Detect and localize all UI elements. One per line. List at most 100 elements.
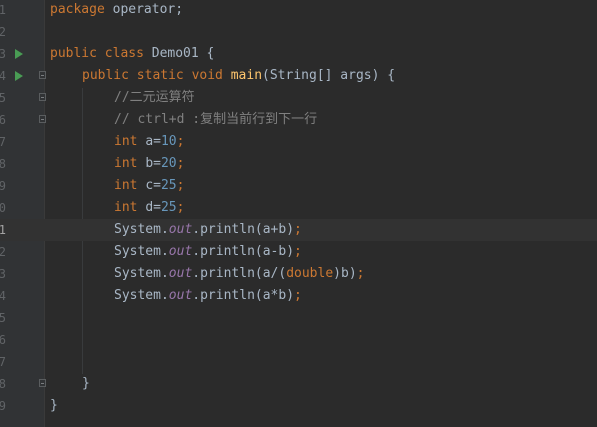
- code-token: .println(a*b): [192, 288, 295, 303]
- line-number: 14: [0, 289, 6, 303]
- code-token: 25: [160, 200, 177, 215]
- code-line[interactable]: 15: [0, 307, 597, 329]
- code-token: b=: [145, 156, 161, 171]
- run-gutter-icon[interactable]: [15, 71, 23, 81]
- code-text: public class Demo01 {: [50, 43, 214, 65]
- fold-marker-icon[interactable]: [39, 115, 46, 123]
- line-number: 15: [0, 311, 6, 325]
- line-number: 13: [0, 267, 6, 281]
- code-token: 25: [160, 178, 177, 193]
- code-line[interactable]: 10 int d=25;: [0, 197, 597, 219]
- code-line[interactable]: 13 System.out.println(a/(double)b);: [0, 263, 597, 285]
- code-text: System.out.println(a+b);: [114, 219, 302, 241]
- code-token: int: [114, 200, 146, 215]
- code-token: System.: [114, 244, 169, 259]
- code-line[interactable]: 3 public class Demo01 {: [0, 43, 597, 65]
- code-text: public static void main(String[] args) {: [82, 65, 395, 87]
- code-token: .println(a+b): [192, 222, 295, 237]
- code-token: // ctrl+d :复制当前行到下一行: [114, 112, 318, 127]
- code-token: System.: [114, 266, 169, 281]
- code-text: int d=25;: [114, 197, 184, 219]
- code-line[interactable]: 6 // ctrl+d :复制当前行到下一行: [0, 109, 597, 131]
- code-token: int: [114, 134, 146, 149]
- code-token: operator;: [112, 2, 184, 17]
- code-line[interactable]: 4 public static void main(String[] args) …: [0, 65, 597, 87]
- code-token: 20: [160, 156, 177, 171]
- code-token: ;: [176, 134, 185, 149]
- code-token: .println(a/(: [192, 266, 287, 281]
- code-token: }: [82, 376, 90, 391]
- run-gutter-icon[interactable]: [15, 49, 23, 59]
- code-line[interactable]: 11 System.out.println(a+b);: [0, 219, 597, 241]
- line-number: 6: [0, 113, 6, 127]
- fold-marker-icon[interactable]: [39, 71, 46, 79]
- code-token: ;: [294, 288, 302, 303]
- code-line[interactable]: 5 //二元运算符: [0, 87, 597, 109]
- line-number: 5: [0, 91, 6, 105]
- line-number: 17: [0, 355, 6, 369]
- code-line[interactable]: 8 int b=20;: [0, 153, 597, 175]
- code-token: (String[] args) {: [262, 68, 396, 83]
- code-line[interactable]: 1 package operator;: [0, 0, 597, 21]
- code-line[interactable]: 7 int a=10;: [0, 131, 597, 153]
- code-token: ;: [294, 244, 302, 259]
- code-token: package: [50, 2, 113, 17]
- code-line[interactable]: 14 System.out.println(a*b);: [0, 285, 597, 307]
- code-line[interactable]: 19}: [0, 395, 597, 417]
- line-number: 19: [0, 399, 6, 413]
- line-number: 1: [0, 3, 6, 17]
- code-line[interactable]: 12 System.out.println(a-b);: [0, 241, 597, 263]
- code-text: System.out.println(a-b);: [114, 241, 302, 263]
- code-text: // ctrl+d :复制当前行到下一行: [114, 109, 317, 131]
- code-token: c=: [145, 178, 161, 193]
- code-token: Demo01 {: [151, 46, 215, 61]
- code-token: System.: [114, 222, 169, 237]
- code-text: System.out.println(a*b);: [114, 285, 302, 307]
- code-token: ;: [176, 200, 185, 215]
- code-text: //二元运算符: [114, 87, 195, 109]
- line-number: 12: [0, 245, 6, 259]
- code-token: .println(a-b): [192, 244, 295, 259]
- line-number: 10: [0, 201, 6, 215]
- code-text: int a=10;: [114, 131, 184, 153]
- line-number: 9: [0, 179, 6, 193]
- line-number: 16: [0, 333, 6, 347]
- code-line[interactable]: 18}: [0, 373, 597, 395]
- code-token: }: [50, 398, 58, 413]
- code-token: out: [168, 288, 193, 303]
- fold-marker-icon[interactable]: [39, 93, 46, 101]
- code-text: int b=20;: [114, 153, 184, 175]
- code-token: a=: [145, 134, 161, 149]
- code-text: }: [50, 395, 58, 417]
- code-token: ;: [356, 266, 365, 281]
- code-token: System.: [114, 288, 169, 303]
- code-editor[interactable]: 1 package operator; 2 3 public class Demo01 …: [0, 0, 597, 427]
- code-text: int c=25;: [114, 175, 184, 197]
- line-number: 7: [0, 135, 6, 149]
- code-text: System.out.println(a/(double)b);: [114, 263, 364, 285]
- code-token: out: [168, 222, 193, 237]
- code-token: int: [114, 178, 146, 193]
- code-token: public static void: [82, 68, 231, 83]
- code-token: out: [168, 244, 193, 259]
- fold-marker-icon[interactable]: [39, 379, 46, 387]
- code-token: public class: [50, 46, 152, 61]
- code-token: ;: [176, 156, 185, 171]
- code-token: )b): [333, 266, 357, 281]
- code-line[interactable]: 16: [0, 329, 597, 351]
- line-number: 2: [0, 25, 6, 39]
- code-token: d=: [145, 200, 161, 215]
- code-text: package operator;: [50, 0, 183, 21]
- code-line[interactable]: 17: [0, 351, 597, 373]
- line-number: 4: [0, 69, 6, 83]
- line-number: 18: [0, 377, 6, 391]
- code-line[interactable]: 2: [0, 21, 597, 43]
- code-token: ;: [294, 222, 302, 237]
- line-number: 3: [0, 47, 6, 61]
- code-line[interactable]: 9 int c=25;: [0, 175, 597, 197]
- code-token: out: [168, 266, 193, 281]
- line-number: 8: [0, 157, 6, 171]
- code-token: ;: [176, 178, 185, 193]
- code-text: }: [82, 373, 90, 395]
- code-token: double: [286, 266, 334, 281]
